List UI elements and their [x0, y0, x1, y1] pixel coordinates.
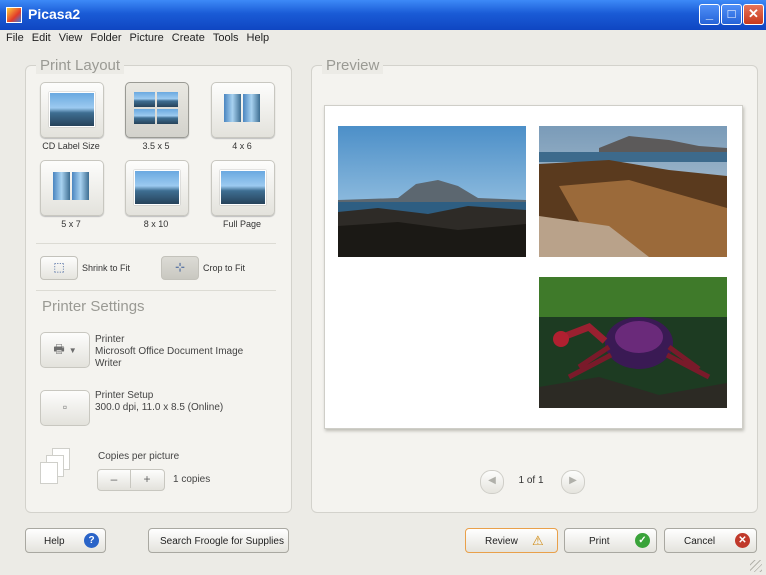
layout-cd-label-label: CD Label Size: [42, 141, 100, 151]
preview-photo[interactable]: [539, 126, 727, 257]
printer-setup-value: 300.0 dpi, 11.0 x 8.5 (Online): [95, 402, 224, 413]
cancel-x-icon: ✕: [735, 533, 750, 548]
print-button[interactable]: Print ✓: [564, 528, 657, 553]
layout-8x10-button[interactable]: [125, 160, 189, 216]
preview-photo[interactable]: [539, 277, 727, 408]
layout-full-page-label: Full Page: [222, 219, 262, 229]
menu-view[interactable]: View: [55, 30, 87, 46]
crab-photo: [539, 277, 727, 408]
page-setup-icon: ▫: [62, 400, 68, 414]
title-bar: Picasa2 _ □ ✕: [0, 0, 766, 30]
crop-icon: ⊹: [174, 260, 186, 274]
shrink-to-fit-button[interactable]: ⬚: [40, 256, 78, 280]
layout-4x6-label: 4 x 6: [232, 141, 252, 151]
two-up-layout-icon: [220, 92, 264, 125]
menu-edit[interactable]: Edit: [28, 30, 55, 46]
search-froogle-button[interactable]: Search Froogle for Supplies: [148, 528, 289, 553]
chevron-left-icon: ◀: [488, 475, 496, 486]
cancel-button[interactable]: Cancel ✕: [664, 528, 757, 553]
maximize-button[interactable]: □: [721, 4, 742, 25]
check-icon: ✓: [635, 533, 650, 548]
printer-name: Microsoft Office Document Image Writer: [95, 346, 244, 369]
four-up-layout-icon: [134, 92, 178, 125]
rocky-shore-photo: [539, 126, 727, 257]
printer-setup-button[interactable]: ▫: [40, 390, 90, 426]
cd-label-layout-icon: [49, 92, 95, 127]
review-button-label: Review: [485, 536, 518, 547]
review-button[interactable]: Review ⚠: [465, 528, 558, 553]
menu-folder[interactable]: Folder: [86, 30, 125, 46]
picasa-app-icon: [6, 7, 22, 23]
chevron-right-icon: ▶: [569, 475, 577, 486]
chevron-down-icon: ▼: [68, 346, 77, 355]
preview-photo[interactable]: [338, 126, 526, 257]
window-title: Picasa2: [28, 6, 81, 22]
help-icon: ?: [84, 533, 99, 548]
next-page-button[interactable]: ▶: [561, 470, 585, 494]
crop-to-fit-label: Crop to Fit: [203, 263, 246, 273]
layout-5x7-label: 5 x 7: [61, 219, 81, 229]
menu-bar: File Edit View Folder Picture Create Tools Help: [0, 30, 766, 46]
menu-create[interactable]: Create: [168, 30, 209, 46]
print-button-label: Print: [589, 536, 610, 547]
minimize-button[interactable]: _: [699, 4, 720, 25]
divider: [36, 290, 276, 291]
printer-icon: 🖶: [53, 342, 65, 356]
two-up-portrait-layout-icon: [49, 170, 93, 203]
help-button-label: Help: [44, 536, 65, 547]
help-button[interactable]: Help ?: [25, 528, 106, 553]
layout-3-5x5-label: 3.5 x 5: [142, 141, 170, 151]
printer-select-button[interactable]: 🖶 ▼: [40, 332, 90, 368]
preview-title: Preview: [322, 57, 384, 74]
full-page-layout-icon: [220, 170, 266, 205]
previous-page-button[interactable]: ◀: [480, 470, 504, 494]
cancel-button-label: Cancel: [684, 536, 716, 547]
copies-label: Copies per picture: [98, 451, 180, 462]
layout-5x7-button[interactable]: [40, 160, 104, 216]
menu-picture[interactable]: Picture: [126, 30, 168, 46]
copies-stepper: – +: [97, 469, 165, 491]
resize-grip-icon[interactable]: [750, 560, 762, 572]
printer-setup-label: Printer Setup: [95, 390, 154, 401]
divider: [36, 243, 276, 244]
layout-8x10-label: 8 x 10: [143, 219, 169, 229]
printer-settings-title: Printer Settings: [42, 298, 145, 315]
layout-3-5x5-button[interactable]: [125, 82, 189, 138]
single-layout-icon: [134, 170, 180, 205]
close-window-button[interactable]: ✕: [743, 4, 764, 25]
search-froogle-label: Search Froogle for Supplies: [160, 536, 284, 547]
warning-icon: ⚠: [532, 533, 544, 548]
menu-tools[interactable]: Tools: [209, 30, 243, 46]
copies-plus-button[interactable]: +: [131, 470, 163, 488]
layout-4x6-button[interactable]: [211, 82, 275, 138]
page-indicator: 1 of 1: [518, 475, 544, 486]
copies-minus-button[interactable]: –: [98, 470, 131, 488]
copies-icon: [38, 448, 74, 484]
menu-file[interactable]: File: [0, 30, 28, 46]
print-layout-title: Print Layout: [36, 57, 125, 74]
shrink-to-fit-icon: ⬚: [53, 260, 65, 274]
menu-help[interactable]: Help: [243, 30, 274, 46]
copies-value: 1 copies: [173, 474, 211, 485]
coastline-photo: [338, 126, 526, 257]
shrink-to-fit-label: Shrink to Fit: [82, 263, 131, 273]
crop-to-fit-button[interactable]: ⊹: [161, 256, 199, 280]
layout-cd-label-button[interactable]: [40, 82, 104, 138]
printer-label: Printer: [95, 334, 125, 345]
layout-full-page-button[interactable]: [211, 160, 275, 216]
